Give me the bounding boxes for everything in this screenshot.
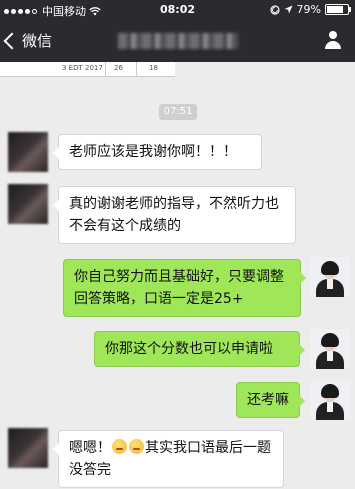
status-bar: 中国移动 08:02 79% (0, 0, 355, 20)
battery-icon (325, 4, 351, 15)
message-bubble-outgoing[interactable]: 你自己努力而且基础好，只要调整回答策略，口语一定是25+ (63, 259, 306, 317)
contact-name-blurred (118, 33, 238, 49)
user-avatar[interactable] (310, 329, 350, 369)
contact-avatar[interactable] (8, 428, 48, 468)
user-avatar[interactable] (310, 257, 350, 297)
message-text: 真的谢谢老师的指导，不然听力也不会有这个成绩的 (69, 196, 279, 234)
emoji-icon (129, 439, 144, 454)
lock-icon (269, 4, 280, 15)
message-text-start: 嗯嗯！ (69, 440, 111, 456)
contact-avatar[interactable] (8, 132, 48, 172)
table-snippet: 3 EDT 2017 26 18 (0, 62, 175, 77)
message-bubble-incoming[interactable]: 老师应该是我谢你啊！！！ (53, 134, 262, 170)
message-text: 你自己努力而且基础好，只要调整回答策略，口语一定是25+ (74, 269, 284, 307)
message-text: 你那这个分数也可以申请啦 (105, 341, 273, 357)
back-button[interactable]: 微信 (3, 30, 53, 51)
table-cell: 18 (149, 64, 158, 72)
user-avatar[interactable] (310, 380, 350, 420)
contact-avatar[interactable] (8, 184, 48, 224)
location-arrow-icon (284, 5, 293, 14)
message-text: 老师应该是我谢你啊！！！ (69, 144, 237, 160)
message-bubble-outgoing[interactable]: 还考嘛 (236, 382, 305, 418)
back-label: 微信 (22, 32, 53, 50)
back-chevron-icon (3, 32, 21, 50)
chat-area[interactable]: 3 EDT 2017 26 18 07:51 老师应该是我谢你啊！！！ 真的谢谢… (0, 62, 355, 489)
message-timestamp: 07:51 (159, 104, 197, 120)
message-text: 还考嘛 (247, 392, 289, 408)
chat-header: 微信 (0, 20, 355, 62)
message-bubble-incoming[interactable]: 嗯嗯！ 其实我口语最后一题没答完 (53, 430, 284, 488)
table-cell: 3 EDT 2017 (62, 64, 103, 72)
battery-percent: 79% (296, 3, 321, 16)
message-bubble-incoming[interactable]: 真的谢谢老师的指导，不然听力也不会有这个成绩的 (53, 186, 296, 244)
message-bubble-outgoing[interactable]: 你那这个分数也可以申请啦 (94, 331, 305, 367)
emoji-icon (112, 439, 127, 454)
contact-person-icon[interactable] (323, 30, 343, 50)
table-cell: 26 (114, 64, 123, 72)
